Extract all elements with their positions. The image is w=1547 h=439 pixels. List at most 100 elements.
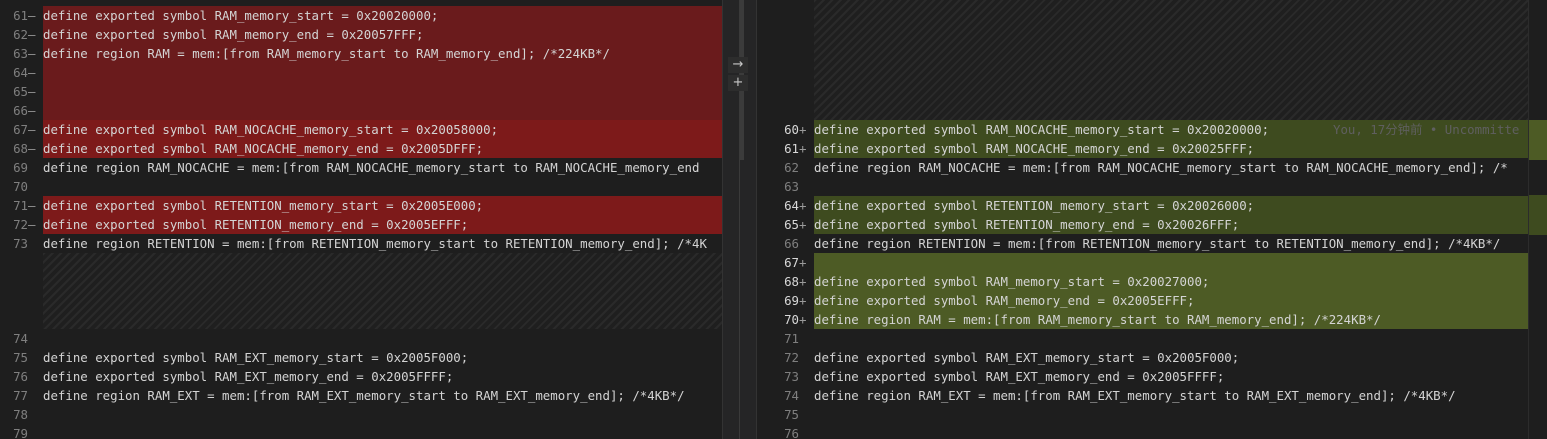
added-line-marker: + [799, 217, 807, 232]
code-line[interactable]: 73 define region RETENTION = mem:[from RE… [0, 234, 722, 253]
line-number: 67 [784, 255, 799, 270]
code-line[interactable]: 72— define exported symbol RETENTION_memo… [0, 215, 722, 234]
code-text[interactable]: define region RETENTION = mem:[from RETE… [814, 234, 1528, 253]
code-text[interactable]: define region RAM_EXT = mem:[from RAM_EX… [43, 386, 722, 405]
code-text[interactable]: define exported symbol RAM_memory_end = … [43, 25, 722, 44]
code-line[interactable]: 74 [0, 329, 722, 348]
code-text[interactable]: define exported symbol RAM_NOCACHE_memor… [43, 139, 722, 158]
code-text[interactable]: define exported symbol RAM_memory_end = … [814, 291, 1528, 310]
code-line[interactable]: 79 [0, 424, 722, 439]
line-number: 75 [13, 350, 28, 365]
code-line[interactable]: 70 [0, 177, 722, 196]
code-line[interactable]: 68 + define exported symbol RAM_memory_sta… [757, 272, 1528, 291]
code-text[interactable]: define exported symbol RAM_memory_start … [43, 6, 722, 25]
code-line[interactable]: 61— define exported symbol RAM_memory_sta… [0, 6, 722, 25]
code-line[interactable]: 63 [757, 177, 1528, 196]
code-line[interactable]: 69 + define exported symbol RAM_memory_end… [757, 291, 1528, 310]
added-line-marker: + [799, 122, 807, 137]
code-text[interactable]: define exported symbol RAM_memory_start … [814, 272, 1528, 291]
code-text[interactable]: define exported symbol RAM_EXT_memory_en… [814, 367, 1528, 386]
code-line[interactable]: 64— [0, 63, 722, 82]
added-line-marker: + [799, 293, 807, 308]
code-line[interactable]: 71— define exported symbol RETENTION_memo… [0, 196, 722, 215]
code-text[interactable]: define region RAM_NOCACHE = mem:[from RA… [43, 158, 722, 177]
code-line[interactable]: 67— define exported symbol RAM_NOCACHE_me… [0, 120, 722, 139]
code-text[interactable] [814, 329, 1528, 348]
code-text[interactable]: define region RAM = mem:[from RAM_memory… [814, 310, 1528, 329]
line-number: 66 [784, 236, 799, 251]
code-line[interactable]: 63— define region RAM = mem:[from RAM_mem… [0, 44, 722, 63]
code-line[interactable]: 70 + define region RAM = mem:[from RAM_mem… [757, 310, 1528, 329]
line-number: 63 [13, 46, 28, 61]
code-text[interactable] [814, 424, 1528, 439]
code-text[interactable] [43, 329, 722, 348]
code-line[interactable]: 77 define region RAM_EXT = mem:[from RAM_… [0, 386, 722, 405]
code-line[interactable]: 66— [0, 101, 722, 120]
code-line[interactable]: 71 [757, 329, 1528, 348]
line-number: 65 [13, 84, 28, 99]
removed-line-marker: — [28, 198, 36, 213]
code-line[interactable]: 74 define region RAM_EXT = mem:[from RAM_… [757, 386, 1528, 405]
code-text[interactable]: define exported symbol RAM_EXT_memory_en… [43, 367, 722, 386]
code-text[interactable] [43, 101, 722, 120]
code-text[interactable] [43, 82, 722, 101]
line-number: 65 [784, 217, 799, 232]
code-text[interactable]: define exported symbol RETENTION_memory_… [43, 215, 722, 234]
added-line-marker: + [799, 255, 807, 270]
code-line[interactable]: 62 define region RAM_NOCACHE = mem:[from … [757, 158, 1528, 177]
code-text[interactable] [43, 405, 722, 424]
code-text[interactable] [43, 63, 722, 82]
code-line[interactable]: 75 [757, 405, 1528, 424]
added-line-marker: + [799, 274, 807, 289]
revert-change-button[interactable]: → [728, 57, 748, 73]
code-line[interactable]: 65 + define exported symbol RETENTION_memo… [757, 215, 1528, 234]
line-number: 72 [13, 217, 28, 232]
code-text[interactable]: define exported symbol RAM_NOCACHE_memor… [43, 120, 722, 139]
line-number: 73 [13, 236, 28, 251]
code-line[interactable]: 69 define region RAM_NOCACHE = mem:[from … [0, 158, 722, 177]
code-line[interactable]: 76 [757, 424, 1528, 439]
code-line[interactable]: 76 define exported symbol RAM_EXT_memory_… [0, 367, 722, 386]
code-line[interactable]: 67 + [757, 253, 1528, 272]
editor-scrollbar[interactable] [1528, 0, 1547, 439]
line-number: 74 [784, 388, 799, 403]
code-text[interactable] [814, 253, 1528, 272]
line-number: 73 [784, 369, 799, 384]
code-line[interactable]: 60 + define exported symbol RAM_NOCACHE_me… [757, 120, 1528, 139]
code-line[interactable]: 68— define exported symbol RAM_NOCACHE_me… [0, 139, 722, 158]
code-text[interactable] [43, 177, 722, 196]
added-line-marker: + [799, 312, 807, 327]
code-text[interactable]: define region RAM_EXT = mem:[from RAM_EX… [814, 386, 1528, 405]
code-line[interactable]: 66 define region RETENTION = mem:[from RE… [757, 234, 1528, 253]
code-line[interactable]: 65— [0, 82, 722, 101]
original-editor-pane[interactable]: 61— define exported symbol RAM_memory_sta… [0, 0, 722, 439]
code-text[interactable]: define region RETENTION = mem:[from RETE… [43, 234, 722, 253]
code-text[interactable] [814, 177, 1528, 196]
code-line[interactable]: 73 define exported symbol RAM_EXT_memory_… [757, 367, 1528, 386]
code-text[interactable]: define region RAM = mem:[from RAM_memory… [43, 44, 722, 63]
code-text[interactable] [43, 424, 722, 439]
code-line[interactable]: 78 [0, 405, 722, 424]
diff-filler-hatch [43, 253, 722, 329]
code-text[interactable]: define exported symbol RAM_EXT_memory_st… [814, 348, 1528, 367]
removed-line-marker: — [28, 27, 36, 42]
modified-editor-pane[interactable]: 60 + define exported symbol RAM_NOCACHE_me… [757, 0, 1528, 439]
line-number: 69 [784, 293, 799, 308]
code-text[interactable]: define exported symbol RAM_EXT_memory_st… [43, 348, 722, 367]
stage-change-button[interactable]: + [728, 75, 748, 91]
line-number: 72 [784, 350, 799, 365]
code-text[interactable]: define exported symbol RETENTION_memory_… [814, 215, 1528, 234]
code-text[interactable] [814, 405, 1528, 424]
code-text[interactable]: define exported symbol RAM_NOCACHE_memor… [814, 139, 1528, 158]
code-line[interactable]: 64 + define exported symbol RETENTION_memo… [757, 196, 1528, 215]
code-line[interactable]: 61 + define exported symbol RAM_NOCACHE_me… [757, 139, 1528, 158]
removed-line-marker: — [28, 84, 36, 99]
code-line[interactable]: 62— define exported symbol RAM_memory_end… [0, 25, 722, 44]
line-number: 68 [13, 141, 28, 156]
code-line[interactable]: 72 define exported symbol RAM_EXT_memory_… [757, 348, 1528, 367]
code-text[interactable]: define exported symbol RETENTION_memory_… [814, 196, 1528, 215]
code-line[interactable]: 75 define exported symbol RAM_EXT_memory_… [0, 348, 722, 367]
code-text[interactable]: define exported symbol RETENTION_memory_… [43, 196, 722, 215]
line-number: 64 [13, 65, 28, 80]
code-text[interactable]: define region RAM_NOCACHE = mem:[from RA… [814, 158, 1528, 177]
